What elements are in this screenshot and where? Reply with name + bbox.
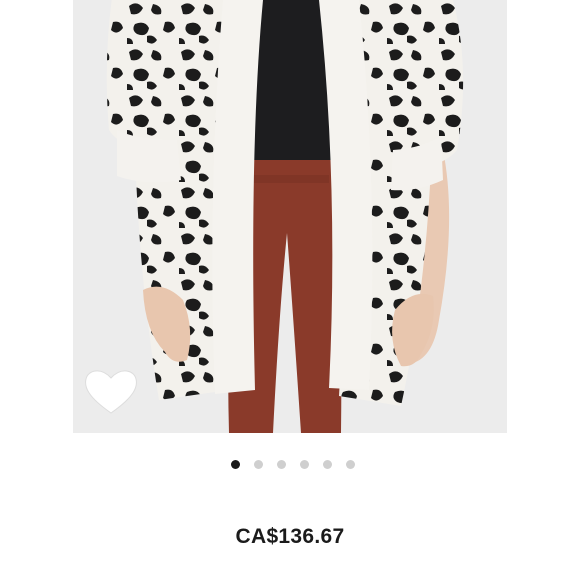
wishlist-heart-button[interactable]	[82, 365, 140, 417]
carousel-dot-3[interactable]	[277, 460, 286, 469]
carousel-dot-1[interactable]	[231, 460, 240, 469]
product-price: CA$136.67	[235, 525, 345, 548]
heart-outline-icon	[85, 370, 137, 414]
carousel-pagination	[0, 459, 580, 471]
carousel-dot-2[interactable]	[254, 460, 263, 469]
carousel-dot-6[interactable]	[346, 460, 355, 469]
carousel-dot-5[interactable]	[323, 460, 332, 469]
carousel-dot-4[interactable]	[300, 460, 309, 469]
